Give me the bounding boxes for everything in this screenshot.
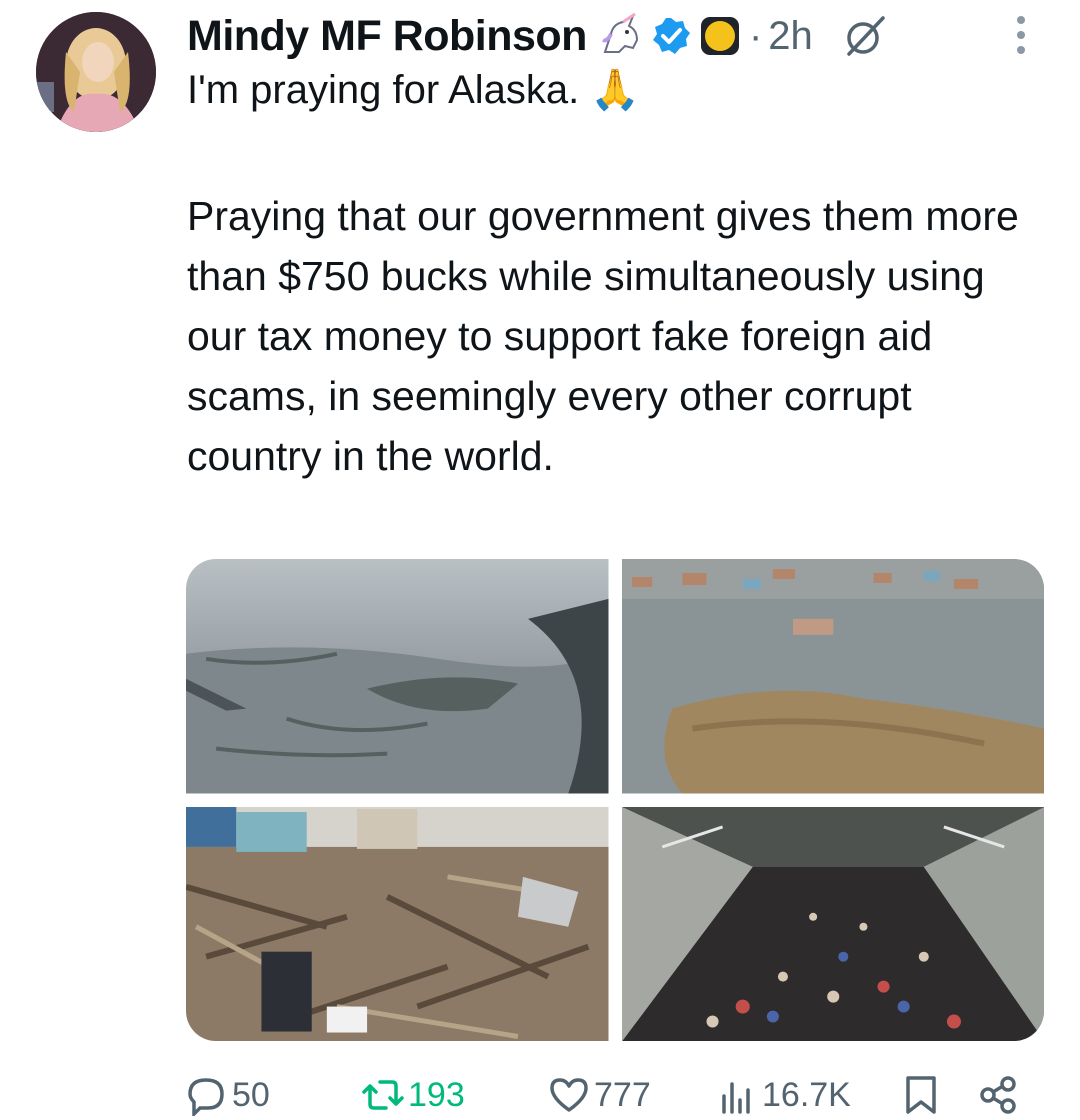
post-time[interactable]: 2h <box>768 14 813 59</box>
more-icon[interactable] <box>1014 14 1028 56</box>
smiley-badge-icon[interactable] <box>699 15 741 57</box>
media-grid <box>186 559 1044 1041</box>
views-button[interactable]: 16.7K <box>716 1070 851 1120</box>
reply-icon <box>188 1078 224 1116</box>
post-body: Praying that our government gives them m… <box>187 193 1019 479</box>
image-cargo-plane-evacuees[interactable] <box>621 806 1044 1041</box>
post-header: Mindy MF Robinson · 2h <box>187 8 1040 64</box>
repost-button[interactable]: 193 <box>362 1070 465 1120</box>
unicorn-icon <box>597 12 645 60</box>
reply-button[interactable]: 50 <box>186 1070 270 1120</box>
bookmark-button[interactable] <box>900 1070 946 1120</box>
avatar[interactable] <box>36 12 156 132</box>
views-icon <box>722 1082 750 1114</box>
like-count: 777 <box>594 1075 651 1114</box>
reply-count: 50 <box>232 1075 270 1114</box>
share-icon <box>980 1076 1016 1114</box>
image-storm-debris-houses[interactable] <box>186 806 609 1041</box>
action-bar: 50 193 777 16.7K <box>186 1070 1046 1120</box>
like-button[interactable]: 777 <box>548 1070 651 1120</box>
verified-icon[interactable] <box>651 16 691 56</box>
image-aerial-flooded-village[interactable] <box>186 559 609 794</box>
like-icon <box>550 1078 588 1112</box>
separator-dot: · <box>748 13 763 58</box>
grok-icon[interactable] <box>843 14 887 58</box>
repost-count: 193 <box>408 1075 465 1114</box>
repost-icon <box>362 1080 404 1110</box>
share-button[interactable] <box>978 1070 1024 1120</box>
post-first-line: I'm praying for Alaska. 🙏 <box>187 68 641 112</box>
views-count: 16.7K <box>762 1075 851 1114</box>
author-name[interactable]: Mindy MF Robinson <box>187 12 587 61</box>
image-flooded-town-aerial[interactable] <box>621 559 1044 794</box>
bookmark-icon <box>906 1076 936 1114</box>
